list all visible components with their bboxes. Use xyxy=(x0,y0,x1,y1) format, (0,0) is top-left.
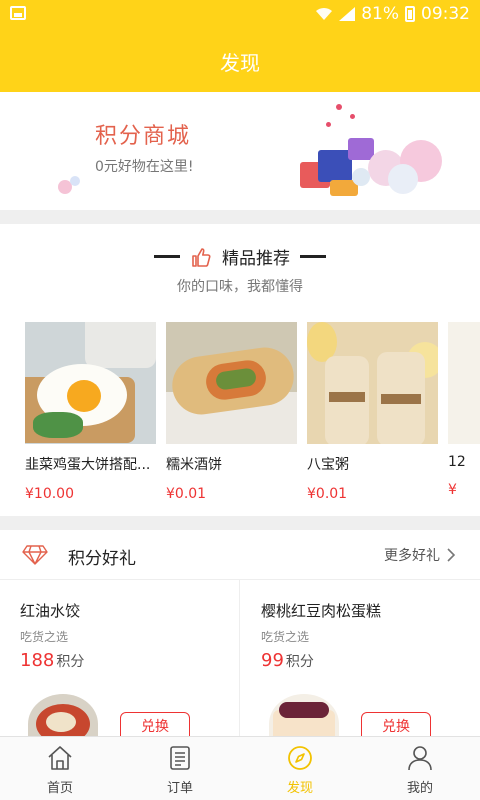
tab-home-label: 首页 xyxy=(46,781,73,796)
gift-card[interactable]: 樱桃红豆肉松蛋糕 吃货之选 99 积分 兑换 xyxy=(241,580,480,736)
status-bar: 81% 09:32 xyxy=(0,0,480,30)
user-icon xyxy=(408,746,432,771)
product-carousel[interactable]: 韭菜鸡蛋大饼搭配... ¥10.00 糯米酒饼 ¥0.01 八宝粥 ¥0.01 … xyxy=(25,322,480,502)
exchange-button[interactable]: 兑换 xyxy=(120,712,190,736)
product-price: ¥10.00 xyxy=(25,486,74,502)
product-price: ¥0.01 xyxy=(307,486,348,502)
tab-discover-label: 发现 xyxy=(286,781,313,796)
page-title: 发现 xyxy=(220,50,260,75)
gift-name: 樱桃红豆肉松蛋糕 xyxy=(261,602,382,620)
gift-points-value: 99 xyxy=(261,650,284,671)
tab-discover[interactable]: 发现 xyxy=(240,737,360,800)
product-name: 八宝粥 xyxy=(307,457,349,473)
recommend-section: 精品推荐 你的口味，我都懂得 韭菜鸡蛋大饼搭配... ¥10.00 糯米酒饼 ¥… xyxy=(0,224,480,516)
points-gifts-section: 积分好礼 更多好礼 红油水饺 吃货之选 188 积分 兑换 樱桃红豆肉松蛋糕 吃货… xyxy=(0,530,480,736)
product-card[interactable]: 12 ¥ xyxy=(448,322,480,502)
home-icon xyxy=(48,746,72,770)
wifi-icon xyxy=(316,7,333,20)
signal-icon xyxy=(339,7,356,21)
gift-points-unit: 积分 xyxy=(285,654,314,670)
gift-points: 188 积分 xyxy=(20,650,84,671)
banner-title: 积分商城 xyxy=(95,124,192,149)
recommend-title: 精品推荐 xyxy=(222,249,290,269)
gift-image-dumplings xyxy=(28,694,98,736)
gift-name: 红油水饺 xyxy=(20,602,81,620)
gifts-header: 积分好礼 更多好礼 xyxy=(0,530,480,580)
recommend-subtitle: 你的口味，我都懂得 xyxy=(177,279,303,295)
product-name: 糯米酒饼 xyxy=(166,457,222,473)
product-price: ¥ xyxy=(448,482,457,498)
more-gifts-label: 更多好礼 xyxy=(384,548,440,564)
product-price: ¥0.01 xyxy=(166,486,207,502)
orders-icon xyxy=(170,746,190,770)
compass-icon xyxy=(288,746,312,770)
tab-me[interactable]: 我的 xyxy=(360,737,480,800)
gift-points-value: 188 xyxy=(20,650,55,671)
tab-home[interactable]: 首页 xyxy=(0,737,120,800)
product-image-congee xyxy=(307,322,438,444)
tab-orders[interactable]: 订单 xyxy=(120,737,240,800)
app-header: 发现 xyxy=(0,30,480,92)
product-image-wine-cake xyxy=(166,322,297,444)
product-name: 韭菜鸡蛋大饼搭配... xyxy=(25,457,151,473)
product-card[interactable]: 糯米酒饼 ¥0.01 xyxy=(166,322,297,502)
battery-icon xyxy=(405,6,415,22)
gift-card[interactable]: 红油水饺 吃货之选 188 积分 兑换 xyxy=(0,580,240,736)
product-image-pancake xyxy=(25,322,156,444)
exchange-button[interactable]: 兑换 xyxy=(361,712,431,736)
gifts-title: 积分好礼 xyxy=(68,549,136,569)
product-card[interactable]: 韭菜鸡蛋大饼搭配... ¥10.00 xyxy=(25,322,156,502)
product-image xyxy=(448,322,480,444)
gift-tag: 吃货之选 xyxy=(20,630,69,644)
banner-subtitle: 0元好物在这里! xyxy=(95,159,194,175)
gallery-notification-icon xyxy=(10,6,26,20)
thumbs-up-icon xyxy=(192,247,211,267)
more-gifts-link[interactable]: 更多好礼 xyxy=(384,545,456,565)
chevron-right-icon xyxy=(447,548,456,562)
clock: 09:32 xyxy=(421,4,470,24)
product-card[interactable]: 八宝粥 ¥0.01 xyxy=(307,322,438,502)
gift-points: 99 积分 xyxy=(261,650,314,671)
product-name: 12 xyxy=(448,454,466,470)
points-mall-banner[interactable]: 积分商城 0元好物在这里! xyxy=(0,92,480,210)
gift-points-unit: 积分 xyxy=(56,654,85,670)
gift-image-cake xyxy=(269,694,339,736)
divider-right xyxy=(300,255,326,258)
gift-tag: 吃货之选 xyxy=(261,630,310,644)
divider-left xyxy=(154,255,180,258)
diamond-icon xyxy=(22,545,48,565)
recommend-header: 精品推荐 xyxy=(0,244,480,269)
tab-orders-label: 订单 xyxy=(166,781,193,796)
battery-percent: 81% xyxy=(361,4,399,24)
status-right: 81% 09:32 xyxy=(315,4,470,24)
tab-me-label: 我的 xyxy=(406,781,433,796)
bottom-tab-bar: 首页 订单 发现 我的 xyxy=(0,736,480,800)
